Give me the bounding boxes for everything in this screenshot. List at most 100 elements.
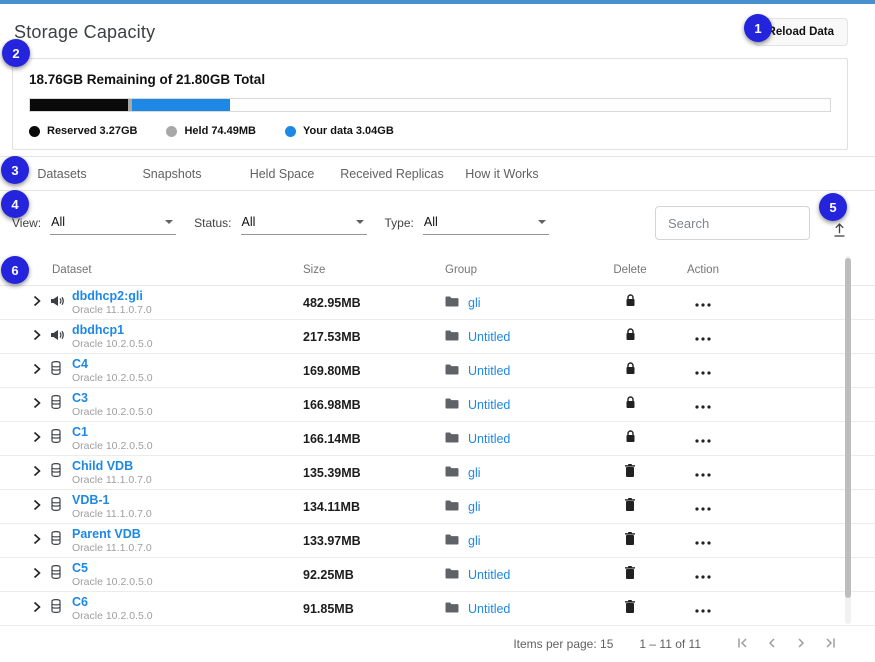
items-per-page-value[interactable]: 15 [600, 637, 613, 651]
export-button[interactable] [831, 221, 848, 241]
delete-button[interactable] [625, 362, 636, 378]
next-page-button[interactable] [793, 636, 809, 652]
lock-icon [625, 396, 636, 412]
expand-row-button[interactable] [30, 431, 41, 446]
actions-menu-button[interactable] [695, 567, 711, 582]
dataset-version: Oracle 10.2.0.5.0 [72, 440, 303, 452]
legend-value: 3.27GB [100, 125, 138, 137]
storage-usage-bar [29, 98, 831, 112]
group-link[interactable]: gli [468, 500, 481, 514]
dataset-size: 166.14MB [303, 432, 445, 446]
actions-menu-button[interactable] [695, 533, 711, 548]
expand-row-button[interactable] [30, 533, 41, 548]
last-page-button[interactable] [822, 636, 838, 652]
group-link[interactable]: Untitled [468, 398, 510, 412]
delete-button[interactable] [625, 430, 636, 446]
delete-button[interactable] [625, 294, 636, 310]
expand-row-button[interactable] [30, 465, 41, 480]
delete-button[interactable] [625, 498, 635, 514]
table-scrollbar-thumb[interactable] [845, 258, 851, 598]
tab-item[interactable]: Datasets [7, 167, 117, 181]
actions-menu-button[interactable] [695, 363, 711, 378]
tab-item[interactable]: Snapshots [117, 167, 227, 181]
expand-row-button[interactable] [30, 329, 41, 344]
actions-menu-button[interactable] [695, 397, 711, 412]
dataset-name-link[interactable]: dbdhcp2:gli [72, 289, 303, 303]
expand-row-button[interactable] [30, 295, 41, 310]
dataset-name-link[interactable]: Child VDB [72, 459, 303, 473]
dataset-name-link[interactable]: C4 [72, 357, 303, 371]
more-horizontal-icon [695, 465, 711, 480]
lock-icon [625, 362, 636, 378]
dataset-name-link[interactable]: Parent VDB [72, 527, 303, 541]
filter-selected-value: All [242, 215, 256, 229]
more-horizontal-icon [695, 533, 711, 548]
expand-row-button[interactable] [30, 601, 41, 616]
dataset-size: 92.25MB [303, 568, 445, 582]
actions-menu-button[interactable] [695, 601, 711, 616]
dataset-name-link[interactable]: VDB-1 [72, 493, 303, 507]
delete-button[interactable] [625, 566, 635, 582]
tab-item[interactable]: How it Works [447, 167, 557, 181]
delete-button[interactable] [625, 464, 635, 480]
dataset-name-link[interactable]: dbdhcp1 [72, 323, 303, 337]
filter-select-dropdown[interactable]: All [423, 212, 549, 235]
trash-icon [625, 600, 635, 616]
folder-icon [445, 600, 459, 618]
actions-menu-button[interactable] [695, 295, 711, 310]
filter-select-dropdown[interactable]: All [241, 212, 367, 235]
group-link[interactable]: Untitled [468, 330, 510, 344]
dataset-name-link[interactable]: C6 [72, 595, 303, 609]
more-horizontal-icon [695, 601, 711, 616]
trash-icon [625, 498, 635, 514]
reload-data-button[interactable]: Reload Data [754, 18, 848, 46]
tab-item[interactable]: Held Space [227, 167, 337, 181]
delete-button[interactable] [625, 600, 635, 616]
legend-item: Reserved3.27GB [29, 125, 140, 137]
actions-menu-button[interactable] [695, 329, 711, 344]
delete-button[interactable] [625, 396, 636, 412]
expand-row-button[interactable] [30, 363, 41, 378]
group-link[interactable]: gli [468, 534, 481, 548]
dataset-name-link[interactable]: C1 [72, 425, 303, 439]
dsource-icon [50, 328, 64, 346]
delete-button[interactable] [625, 328, 636, 344]
previous-page-button[interactable] [764, 636, 780, 652]
vdb-database-icon [50, 531, 62, 550]
filter-group: Type: All [385, 212, 567, 235]
vdb-database-icon [50, 463, 62, 482]
filter-bar: View: All Status: All Type: All [0, 191, 875, 255]
more-horizontal-icon [695, 363, 711, 378]
page-range: 1 – 11 of 11 [639, 637, 701, 651]
filter-select-dropdown[interactable]: All [50, 212, 176, 235]
actions-menu-button[interactable] [695, 499, 711, 514]
table-row: Child VDB Oracle 11.1.0.7.0 135.39MB gli [0, 456, 875, 490]
items-per-page-label: Items per page: [513, 637, 600, 651]
dataset-name-link[interactable]: C3 [72, 391, 303, 405]
lock-icon [625, 328, 636, 344]
actions-menu-button[interactable] [695, 465, 711, 480]
expand-row-button[interactable] [30, 499, 41, 514]
table-row: C3 Oracle 10.2.0.5.0 166.98MB Untitled [0, 388, 875, 422]
group-link[interactable]: Untitled [468, 432, 510, 446]
first-page-button[interactable] [735, 636, 751, 652]
actions-menu-button[interactable] [695, 431, 711, 446]
filter-label: View: [12, 216, 41, 230]
group-link[interactable]: Untitled [468, 602, 510, 616]
dataset-size: 91.85MB [303, 602, 445, 616]
storage-bar-segment [132, 99, 230, 111]
dataset-version: Oracle 11.1.0.7.0 [72, 508, 303, 520]
legend-value: 3.04GB [356, 125, 394, 137]
delete-button[interactable] [625, 532, 635, 548]
tab-item[interactable]: Received Replicas [337, 167, 447, 181]
group-link[interactable]: gli [468, 296, 481, 310]
storage-summary-title: 18.76GB Remaining of 21.80GB Total [29, 72, 831, 87]
group-link[interactable]: gli [468, 466, 481, 480]
legend-value: 74.49MB [211, 125, 256, 137]
group-link[interactable]: Untitled [468, 568, 510, 582]
dataset-name-link[interactable]: C5 [72, 561, 303, 575]
expand-row-button[interactable] [30, 397, 41, 412]
expand-row-button[interactable] [30, 567, 41, 582]
group-link[interactable]: Untitled [468, 364, 510, 378]
search-input[interactable] [655, 206, 810, 240]
